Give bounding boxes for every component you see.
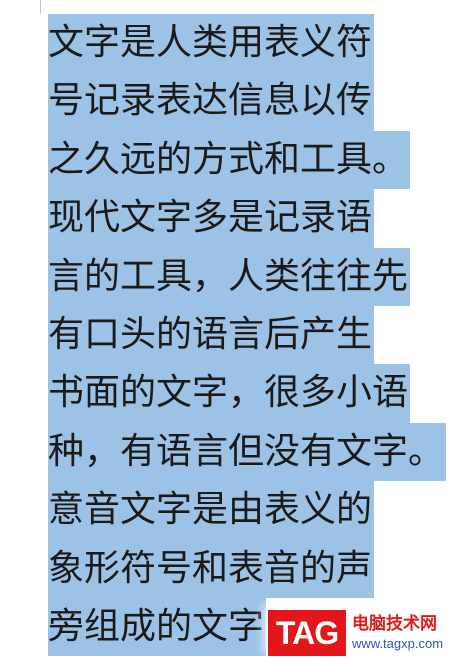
text-line[interactable]: 号记录表达信息以传 <box>48 72 461 131</box>
text-line[interactable]: 之久远的方式和工具。 <box>48 130 461 190</box>
selected-text[interactable]: 旁组成的文字 <box>48 597 267 657</box>
tag-logo: TAG <box>268 610 346 656</box>
selected-text[interactable]: 书面的文字，很多小语 <box>48 364 411 423</box>
text-line[interactable]: 种，有语言但没有文字。 <box>48 422 461 482</box>
text-line[interactable]: 言的工具，人类往往先 <box>48 247 461 306</box>
selected-text[interactable]: 有口头的语言后产生 <box>48 305 375 365</box>
selected-text[interactable]: 象形符号和表音的声 <box>48 539 375 598</box>
watermark-text: 电脑技术网 www.tagxp.com <box>346 613 461 653</box>
text-line[interactable]: 意音文字是由表义的 <box>48 481 461 540</box>
selected-text[interactable]: 现代文字多是记录语 <box>48 189 375 248</box>
text-line[interactable]: 象形符号和表音的声 <box>48 539 461 598</box>
selected-text[interactable]: 意音文字是由表义的 <box>48 481 375 540</box>
text-line[interactable]: 有口头的语言后产生 <box>48 305 461 365</box>
selected-text[interactable]: 言的工具，人类往往先 <box>48 247 411 306</box>
selected-text[interactable]: 号记录表达信息以传 <box>48 72 375 131</box>
site-watermark: TAG 电脑技术网 www.tagxp.com <box>266 608 461 658</box>
selected-text[interactable]: 文字是人类用表义符 <box>48 14 375 73</box>
watermark-site-name: 电脑技术网 <box>352 614 437 634</box>
text-line[interactable]: 现代文字多是记录语 <box>48 189 461 248</box>
watermark-url: www.tagxp.com <box>352 636 444 651</box>
document-body[interactable]: 文字是人类用表义符 号记录表达信息以传 之久远的方式和工具。 现代文字多是记录语… <box>48 14 461 657</box>
text-line[interactable]: 书面的文字，很多小语 <box>48 364 461 423</box>
margin-marker <box>40 0 41 14</box>
selected-text[interactable]: 之久远的方式和工具。 <box>48 130 411 190</box>
text-line[interactable]: 文字是人类用表义符 <box>48 14 461 73</box>
selected-text[interactable]: 种，有语言但没有文字。 <box>48 422 447 482</box>
document-page[interactable]: 文字是人类用表义符 号记录表达信息以传 之久远的方式和工具。 现代文字多是记录语… <box>0 0 461 658</box>
